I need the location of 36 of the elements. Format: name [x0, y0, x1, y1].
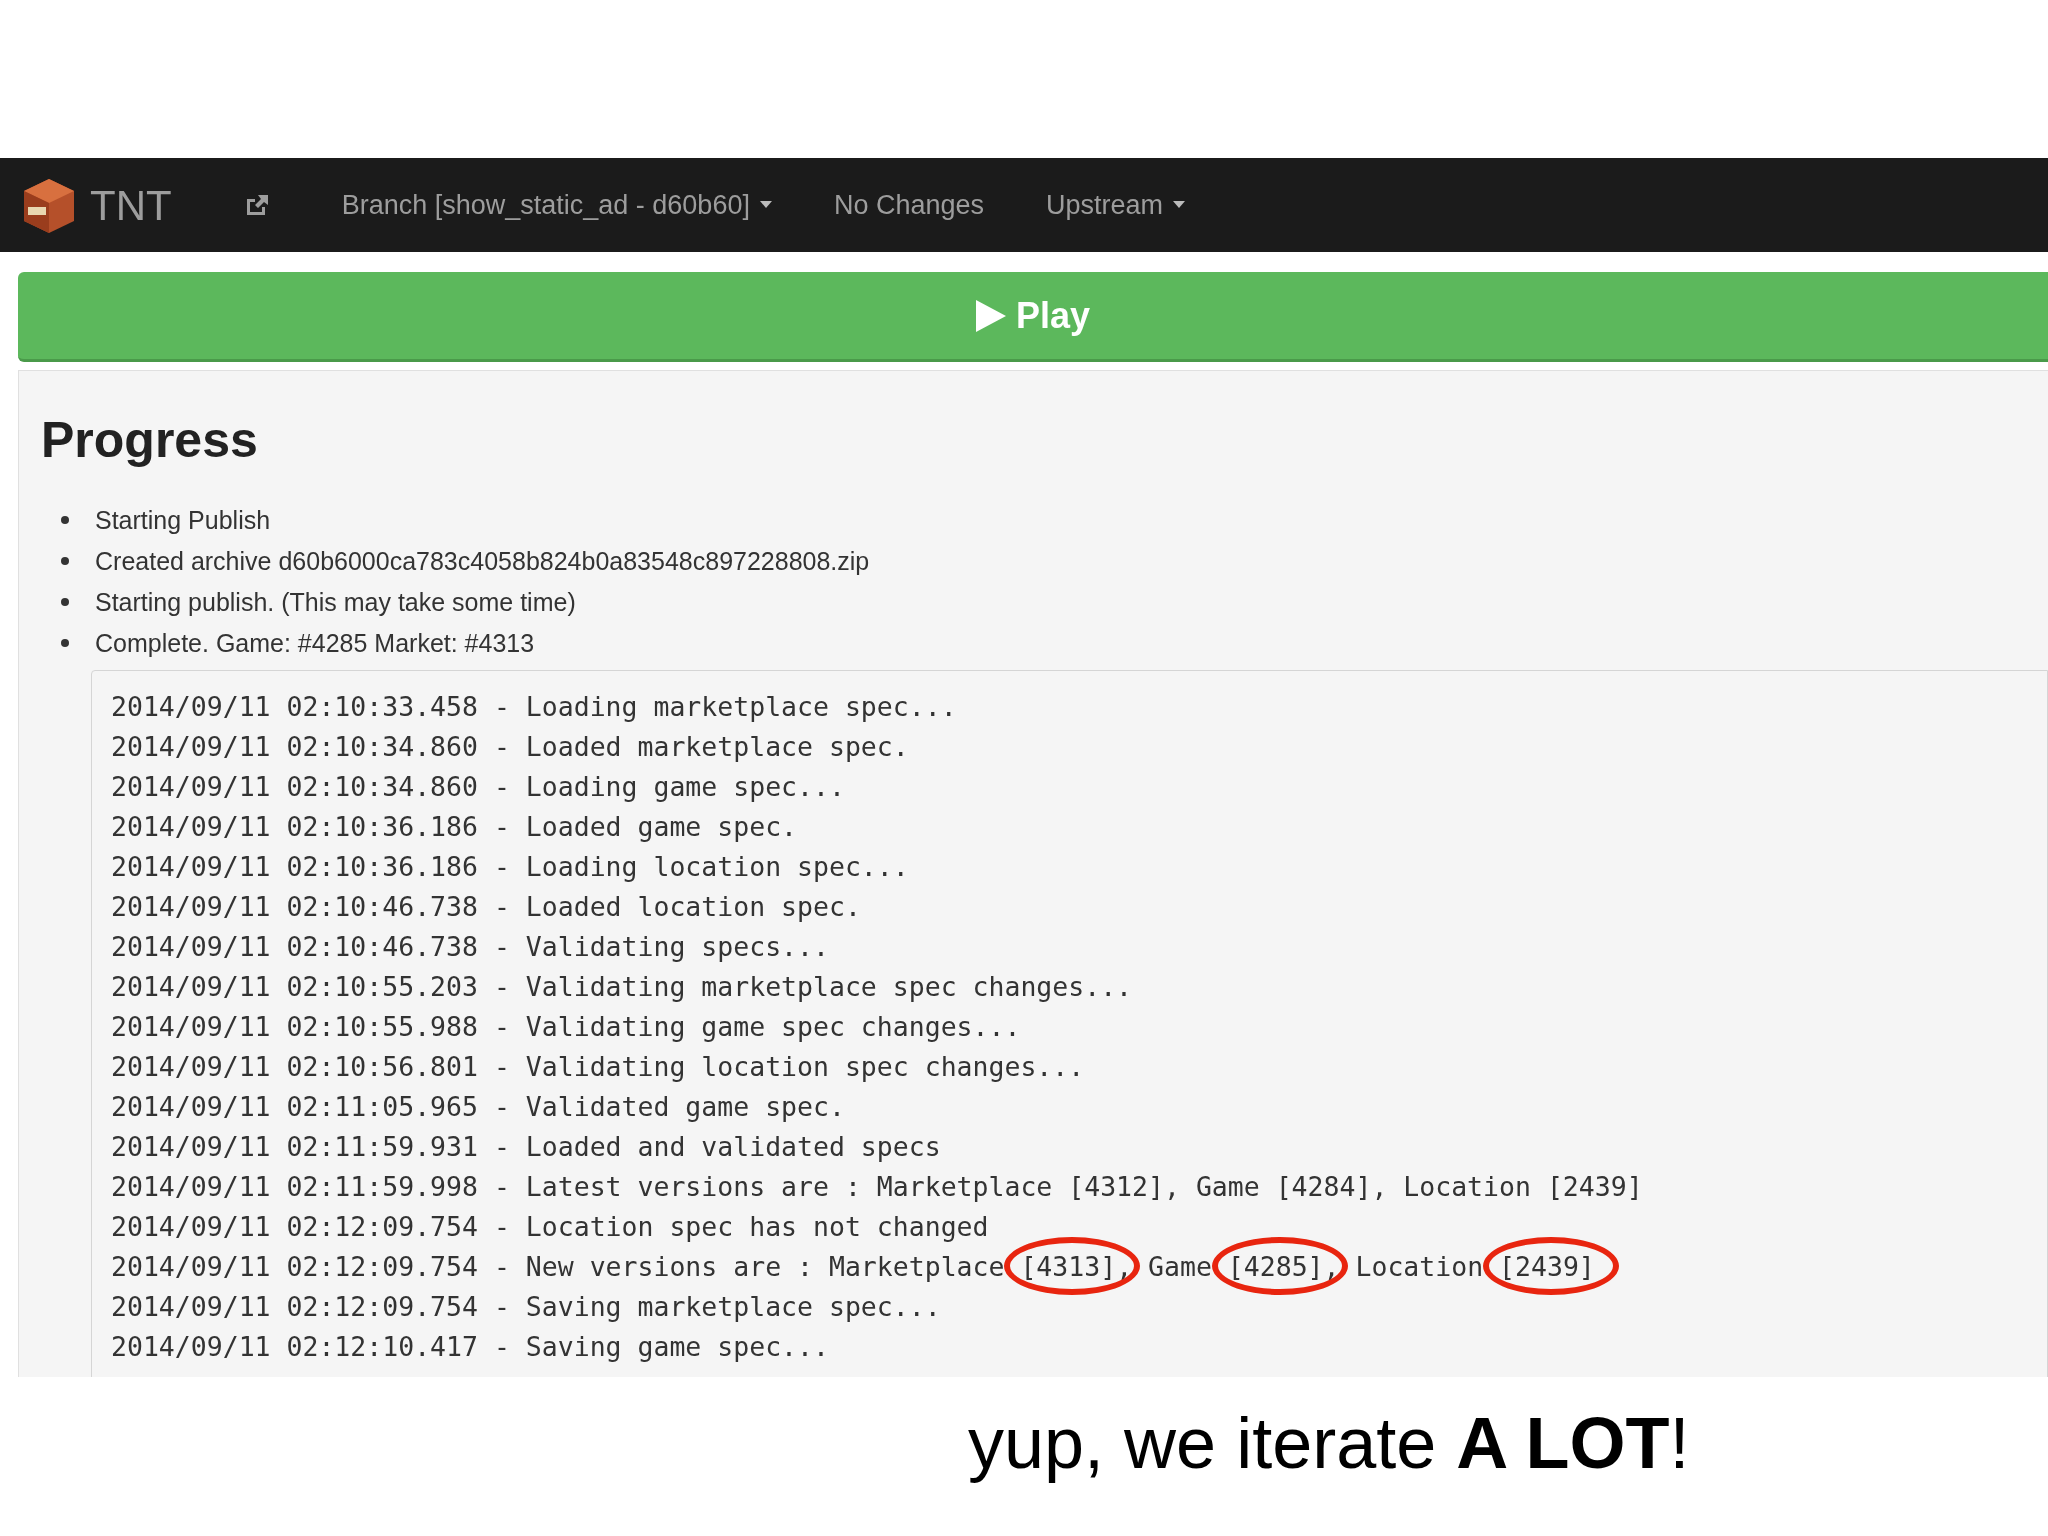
log-text: 2014/09/11 02:12:09.754 - New versions are : Marketplace — [111, 1250, 1006, 1284]
log-line: 2014/09/11 02:11:05.965 - Validated game spec. — [111, 1090, 845, 1124]
log-line: 2014/09/11 02:10:55.203 - Validating marketplace spec changes... — [111, 970, 1133, 1004]
bullet-icon — [61, 557, 69, 565]
nav-link[interactable]: Branch [show_static_ad - d60b60] — [341, 184, 772, 226]
log-line: 2014/09/11 02:12:09.754 - Saving marketplace spec... — [111, 1290, 941, 1324]
bullet-icon — [61, 516, 69, 524]
nav-link[interactable]: No Changes — [833, 184, 985, 226]
version-number: [2439] — [1499, 1247, 1595, 1287]
bullet-icon — [61, 639, 69, 647]
log-line: 2014/09/11 02:10:33.458 - Loading marketplace spec... — [111, 690, 957, 724]
log-line: 2014/09/11 02:10:46.738 - Loaded location spec. — [111, 890, 861, 924]
log-line: 2014/09/11 02:11:59.998 - Latest versions are : Marketplace [4312], Game [4284], Location [2439] — [111, 1170, 1643, 1204]
log-line: 2014/09/11 02:10:55.988 - Validating game spec changes... — [111, 1010, 1021, 1044]
log-text: , Location — [1323, 1250, 1485, 1284]
log-line: 2014/09/11 02:11:59.931 - Loaded and validated specs — [111, 1130, 941, 1164]
version-number: [4285] — [1227, 1247, 1324, 1287]
log-line: 2014/09/11 02:10:36.186 - Loading location spec... — [111, 850, 909, 884]
log-line: 2014/09/11 02:10:46.738 - Validating specs... — [111, 930, 829, 964]
log-line: 2014/09/11 02:10:56.801 - Validating location spec changes... — [111, 1050, 1085, 1084]
nav-link[interactable]: Upstream — [1046, 184, 1186, 226]
progress-step: Starting publish. (This may take some time) — [95, 587, 576, 617]
brand-name[interactable]: TNT — [90, 173, 172, 237]
section-heading: Progress — [41, 415, 259, 465]
bullet-icon — [61, 598, 69, 606]
progress-step: Starting Publish — [95, 505, 271, 535]
log-line: 2014/09/11 02:12:10.417 - Saving game spec... — [111, 1330, 829, 1364]
log-line: 2014/09/11 02:10:36.186 - Loaded game spec. — [111, 810, 798, 844]
progress-step: Created archive d60b6000ca783c4058b824b0a83548c897228808.zip — [95, 546, 870, 576]
log-line: 2014/09/11 02:10:34.860 - Loaded marketplace spec. — [111, 730, 909, 764]
play-icon — [975, 299, 1006, 332]
log-text: , Game — [1116, 1250, 1213, 1284]
progress-step: Complete. Game: #4285 Market: #4313 — [95, 628, 535, 658]
log-line: 2014/09/11 02:12:09.754 - Location spec has not changed — [111, 1210, 989, 1244]
log-line: 2014/09/11 02:10:34.860 - Loading game spec... — [111, 770, 845, 804]
version-number: [4313] — [1020, 1247, 1117, 1287]
